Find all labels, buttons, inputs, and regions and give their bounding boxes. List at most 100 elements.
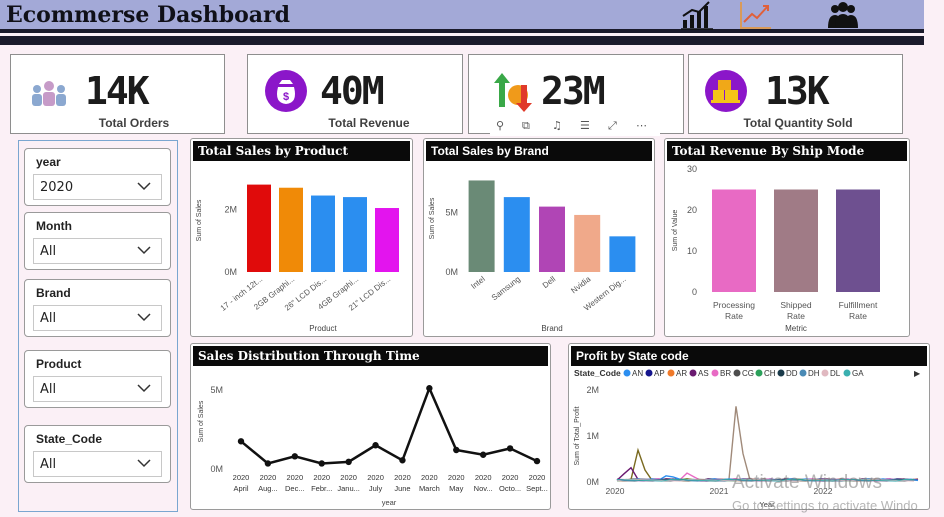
legend-label: DD bbox=[786, 369, 798, 378]
x-tick-label: 2020 bbox=[475, 473, 492, 482]
data-point bbox=[399, 457, 406, 464]
chart-title: Total Sales by Product bbox=[193, 141, 410, 161]
chart-sales-by-brand[interactable]: Total Sales by Brand 0M 5M Sum of Sales Int… bbox=[423, 138, 655, 337]
legend-label: AP bbox=[654, 369, 665, 378]
x-tick-label: July bbox=[369, 484, 383, 493]
bell-icon[interactable]: ♫ bbox=[552, 119, 562, 132]
bar bbox=[279, 187, 303, 272]
kpi-card-quantity[interactable]: 13K Total Quantity Sold bbox=[688, 54, 903, 134]
kpi-card-revenue[interactable]: $ 40M Total Revenue bbox=[247, 54, 463, 134]
chart-sales-over-time[interactable]: Sales Distribution Through Time 0M 5M Sum … bbox=[190, 343, 551, 510]
chart-revenue-by-ship-mode[interactable]: Total Revenue By Ship Mode 0 10 20 30 Sum of… bbox=[664, 138, 910, 337]
x-tick-label: April bbox=[233, 484, 248, 493]
x-tick-label: 2020 bbox=[340, 473, 357, 482]
chevron-down-icon bbox=[137, 459, 151, 468]
trend-chart-icon[interactable] bbox=[738, 0, 772, 30]
legend-marker bbox=[755, 369, 763, 377]
x-axis-label: Metric bbox=[785, 324, 807, 333]
y-tick-label: 20 bbox=[687, 205, 697, 215]
slicer-year[interactable]: year 2020 bbox=[24, 148, 171, 206]
x-axis-label: year bbox=[382, 498, 397, 507]
slicer-value: All bbox=[40, 311, 57, 326]
chevron-down-icon bbox=[137, 313, 151, 322]
slicer-value: All bbox=[40, 244, 57, 259]
x-tick-label: 2020 bbox=[502, 473, 519, 482]
legend-marker bbox=[623, 369, 631, 377]
y-axis-label: Sum of Total_Profit bbox=[574, 406, 581, 465]
filter-icon[interactable]: ☰ bbox=[580, 119, 590, 132]
month-dropdown[interactable]: All bbox=[33, 238, 162, 264]
product-dropdown[interactable]: All bbox=[33, 376, 162, 402]
slicer-product[interactable]: Product All bbox=[24, 350, 171, 408]
x-tick-label: March bbox=[419, 484, 440, 493]
state-code-dropdown[interactable]: All bbox=[33, 451, 162, 477]
slicer-title: State_Code bbox=[36, 432, 103, 446]
slicer-state-code[interactable]: State_Code All bbox=[24, 425, 171, 483]
bar-chart-icon[interactable] bbox=[680, 0, 714, 30]
bar bbox=[836, 189, 880, 292]
y-tick-label: 0M bbox=[586, 477, 599, 487]
x-tick-label: Octo... bbox=[499, 484, 521, 493]
line-chart: 0M 5M Sum of Sales 2020 April 2020 Aug... 2020 D… bbox=[198, 385, 548, 507]
legend-label: AN bbox=[632, 369, 643, 378]
x-tick-label: Rate bbox=[849, 311, 867, 321]
legend-marker bbox=[733, 369, 741, 377]
x-tick-label: Fulfillment bbox=[839, 300, 878, 310]
y-tick-label: 1M bbox=[586, 431, 599, 441]
more-icon[interactable]: ⋯ bbox=[636, 119, 647, 132]
pin-icon[interactable]: ⚲ bbox=[496, 119, 504, 132]
slicer-value: All bbox=[40, 457, 57, 472]
x-tick-label: 2020 bbox=[394, 473, 411, 482]
slicer-brand[interactable]: Brand All bbox=[24, 279, 171, 337]
x-tick-label: Dell bbox=[541, 274, 558, 290]
y-tick-label: 0 bbox=[692, 287, 697, 297]
data-point bbox=[264, 460, 272, 467]
data-point bbox=[479, 451, 487, 458]
bar bbox=[712, 189, 756, 292]
header-edge bbox=[924, 0, 944, 45]
slicer-month[interactable]: Month All bbox=[24, 212, 171, 270]
y-tick-label: 5M bbox=[445, 208, 458, 218]
data-point bbox=[318, 460, 325, 467]
data-point bbox=[345, 458, 352, 466]
chart-sales-by-product[interactable]: Total Sales by Product 0M 2M Sum of Sales 1… bbox=[190, 138, 413, 337]
x-tick-label: 2020 bbox=[606, 486, 625, 496]
bar bbox=[539, 206, 565, 272]
x-tick-label: Nov... bbox=[474, 484, 493, 493]
x-tick-label: 2021 bbox=[710, 486, 729, 496]
focus-icon[interactable]: ⤢ bbox=[608, 119, 617, 133]
data-point bbox=[372, 442, 379, 449]
kpi-label: Total Revenue bbox=[328, 116, 410, 130]
slicer-value: All bbox=[40, 382, 57, 397]
data-point bbox=[237, 438, 245, 445]
x-tick-label: Shipped bbox=[780, 300, 811, 310]
kpi-card-orders[interactable]: 14K Total Orders bbox=[10, 54, 225, 134]
slicer-title: Brand bbox=[36, 286, 71, 300]
kpi-value: 13K bbox=[765, 69, 830, 113]
bar bbox=[774, 189, 818, 292]
visual-toolbar: ⚲ ⧉ ♫ ☰ ⤢ ⋯ bbox=[490, 118, 660, 136]
chevron-down-icon bbox=[137, 182, 151, 191]
kpi-value: 40M bbox=[320, 69, 385, 113]
data-point bbox=[291, 453, 299, 460]
year-dropdown[interactable]: 2020 bbox=[33, 174, 162, 200]
bar bbox=[503, 197, 530, 272]
series-line bbox=[616, 406, 919, 482]
x-tick-label: June bbox=[394, 484, 410, 493]
users-icon[interactable] bbox=[826, 0, 860, 30]
kpi-value: 23M bbox=[541, 69, 606, 113]
copy-icon[interactable]: ⧉ bbox=[522, 119, 530, 133]
brand-dropdown[interactable]: All bbox=[33, 305, 162, 331]
legend-label: DH bbox=[808, 369, 820, 378]
legend-label: CH bbox=[764, 369, 776, 378]
x-axis-label: Brand bbox=[541, 324, 562, 333]
x-tick-label: Sept... bbox=[526, 484, 548, 493]
x-tick-label: 2020 bbox=[421, 473, 438, 482]
bar bbox=[609, 236, 636, 272]
bar bbox=[247, 184, 271, 272]
y-tick-label: 5M bbox=[210, 385, 223, 395]
legend-label: GA bbox=[852, 369, 864, 378]
legend-title: State_Code bbox=[574, 368, 621, 378]
boxes-icon bbox=[705, 70, 747, 112]
chevron-down-icon bbox=[137, 384, 151, 393]
